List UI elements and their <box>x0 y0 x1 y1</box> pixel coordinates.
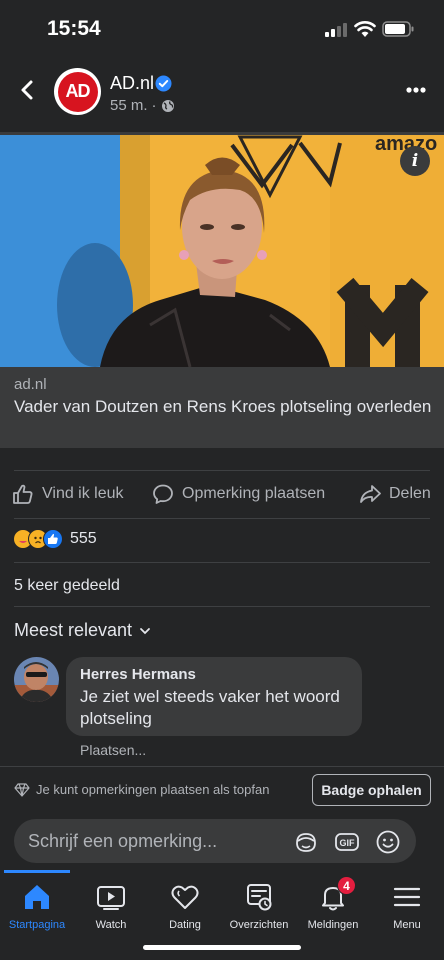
link-title: Vader van Doutzen en Rens Kroes plotseli… <box>14 397 432 416</box>
avatar-sticker-icon[interactable] <box>293 829 319 855</box>
divider <box>14 606 430 607</box>
like-label: Vind ik leuk <box>42 485 124 502</box>
comment-sort-label: Meest relevant <box>14 620 133 640</box>
link-domain: ad.nl <box>14 376 47 393</box>
meta-separator: · <box>151 97 157 114</box>
comment-icon <box>153 484 173 504</box>
comment-posting-status: Plaatsen... <box>80 742 147 758</box>
status-bar: 15:54 <box>0 0 444 58</box>
link-preview-image[interactable]: amazo <box>0 135 444 367</box>
commenter-avatar[interactable] <box>14 657 59 702</box>
share-label: Delen <box>389 485 431 502</box>
status-time: 15:54 <box>47 17 101 40</box>
tab-label: Watch <box>95 919 127 931</box>
diamond-icon <box>14 782 30 797</box>
emoji-icon[interactable] <box>375 829 401 855</box>
home-indicator <box>143 945 301 950</box>
memories-icon <box>247 884 272 911</box>
menu-icon <box>393 887 421 907</box>
post-time[interactable]: 55 m. <box>110 97 148 114</box>
battery-icon <box>382 21 414 37</box>
comment-text: Je ziet wel steeds vaker het woord plots… <box>80 687 340 728</box>
share-button[interactable]: Delen <box>359 477 431 511</box>
divider <box>14 562 430 563</box>
ad-logo: AD <box>57 71 98 112</box>
watch-icon <box>97 886 125 910</box>
comment-input[interactable]: Schrijf een opmerking... <box>28 831 217 852</box>
tab-label: Dating <box>169 919 201 931</box>
back-arrow-icon[interactable] <box>14 76 42 104</box>
divider <box>14 470 430 471</box>
dating-icon <box>171 885 199 909</box>
tab-watch[interactable]: Watch <box>74 870 148 940</box>
topfan-message: Je kunt opmerkingen plaatsen als topfan <box>14 782 269 797</box>
wifi-icon <box>354 21 376 37</box>
comment-composer[interactable]: Schrijf een opmerking... GIF <box>14 819 416 863</box>
notification-badge: 4 <box>337 876 356 895</box>
tab-notifications[interactable]: 4 Meldingen <box>296 870 370 940</box>
comment-label: Opmerking plaatsen <box>182 485 326 502</box>
link-preview-box[interactable]: ad.nl Vader van Doutzen en Rens Kroes pl… <box>0 367 444 448</box>
globe-icon <box>161 99 174 112</box>
tab-label: Overzichten <box>229 919 289 931</box>
divider <box>14 518 430 519</box>
get-badge-button[interactable]: Badge ophalen <box>312 774 431 806</box>
tab-label: Startpagina <box>8 919 66 931</box>
reaction-count: 555 <box>70 530 97 547</box>
more-options-icon[interactable] <box>401 80 431 100</box>
comment-bubble[interactable]: Herres Hermans Je ziet wel steeds vaker … <box>66 657 362 736</box>
tab-label: Meldingen <box>307 919 359 931</box>
post-header: AD AD.nl 55 m. · <box>0 60 444 130</box>
tab-home[interactable]: Startpagina <box>0 870 74 940</box>
portrait-photo: amazo <box>0 135 444 367</box>
home-icon <box>25 885 49 909</box>
share-count[interactable]: 5 keer gedeeld <box>14 577 120 595</box>
topfan-text: Je kunt opmerkingen plaatsen als topfan <box>36 782 270 797</box>
tab-dating[interactable]: Dating <box>148 870 222 940</box>
like-icon <box>43 529 63 549</box>
gif-icon[interactable]: GIF <box>334 829 360 855</box>
comment-button[interactable]: Opmerking plaatsen <box>152 477 325 511</box>
gif-label: GIF <box>340 838 356 848</box>
reactions-summary[interactable]: 555 <box>13 529 97 549</box>
page-name[interactable]: AD.nl <box>110 73 154 94</box>
chevron-down-icon <box>140 627 150 634</box>
thumbs-up-icon <box>13 484 33 504</box>
info-icon[interactable]: i <box>400 146 430 176</box>
page-avatar[interactable]: AD <box>54 68 101 115</box>
topfan-bar: Je kunt opmerkingen plaatsen als topfan … <box>0 766 444 812</box>
active-tab-indicator <box>4 870 70 873</box>
comment-sort-dropdown[interactable]: Meest relevant <box>14 620 152 641</box>
comment-author[interactable]: Herres Hermans <box>80 666 196 683</box>
verified-badge-icon <box>155 75 172 92</box>
tab-overviews[interactable]: Overzichten <box>222 870 296 940</box>
like-button[interactable]: Vind ik leuk <box>12 477 124 511</box>
share-icon <box>360 485 381 503</box>
post-meta: 55 m. · <box>110 97 175 114</box>
cellular-signal-icon <box>325 23 347 37</box>
post-actions: Vind ik leuk Opmerking plaatsen Delen <box>0 477 444 511</box>
tab-label: Menu <box>393 919 421 931</box>
tab-menu[interactable]: Menu <box>370 870 444 940</box>
